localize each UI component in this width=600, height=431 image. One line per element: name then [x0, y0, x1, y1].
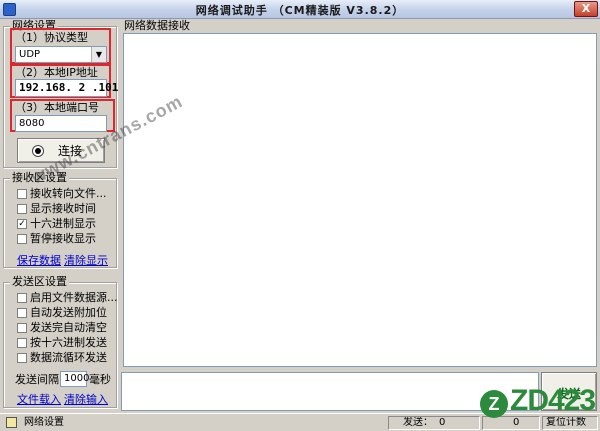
- logo-text: ZD423: [510, 384, 596, 417]
- protocol-value: UDP: [19, 49, 41, 60]
- receive-checkbox-1[interactable]: [17, 204, 27, 214]
- logo-mark: Z: [480, 390, 508, 418]
- send-interval-label: 发送间隔: [15, 373, 59, 386]
- send-settings-title: 发送区设置: [10, 275, 69, 288]
- file-load-link[interactable]: 文件载入: [17, 391, 61, 407]
- receive-checkbox-3[interactable]: [17, 234, 27, 244]
- send-checkbox-1[interactable]: [17, 308, 27, 318]
- status-mode-label: 网络设置: [24, 417, 64, 428]
- receive-area[interactable]: [123, 33, 597, 367]
- receive-area-title: 网络数据接收: [124, 19, 190, 32]
- send-interval-input[interactable]: 1000: [60, 371, 89, 387]
- send-interval-unit: 毫秒: [89, 373, 111, 386]
- clear-display-link[interactable]: 清除显示: [64, 252, 108, 268]
- receive-checkbox-0[interactable]: [17, 189, 27, 199]
- send-count-panel: 发送： 0: [388, 416, 480, 430]
- local-ip-input[interactable]: 192.168. 2 .101: [15, 79, 118, 97]
- receive-settings-title: 接收区设置: [10, 171, 69, 184]
- connect-button[interactable]: 连接: [17, 138, 105, 163]
- title-bar: 网络调试助手 （CM精装版 V3.8.2） X: [0, 0, 600, 19]
- receive-option-label-1: 显示接收时间: [30, 202, 96, 215]
- local-port-input[interactable]: 8080: [15, 115, 107, 132]
- send-checkbox-4[interactable]: [17, 353, 27, 363]
- protocol-select[interactable]: UDP ▼: [15, 46, 107, 63]
- window-title: 网络调试助手 （CM精装版 V3.8.2）: [195, 4, 405, 17]
- send-count-value: 0: [439, 417, 446, 428]
- send-checkbox-0[interactable]: [17, 293, 27, 303]
- send-option-label-4: 数据流循环发送: [30, 351, 107, 364]
- send-input-area[interactable]: [121, 372, 539, 411]
- local-ip-label: （2）本地IP地址: [15, 66, 98, 79]
- receive-checkbox-2[interactable]: ✓: [17, 219, 27, 229]
- close-button[interactable]: X: [574, 1, 598, 17]
- receive-option-label-3: 暂停接收显示: [30, 232, 96, 245]
- send-checkbox-3[interactable]: [17, 338, 27, 348]
- send-option-label-3: 按十六进制发送: [30, 336, 107, 349]
- settings-icon: [6, 417, 17, 428]
- receive-option-label-2: 十六进制显示: [30, 217, 96, 230]
- send-checkbox-2[interactable]: [17, 323, 27, 333]
- local-port-label: （3）本地端口号: [15, 101, 99, 114]
- send-count-label: 发送：: [403, 417, 433, 428]
- radio-dot-icon: [32, 145, 44, 157]
- save-data-link[interactable]: 保存数据: [17, 252, 61, 268]
- send-option-label-2: 发送完自动清空: [30, 321, 107, 334]
- receive-option-label-0: 接收转向文件...: [30, 187, 107, 200]
- zd423-logo: Z ZD423: [480, 386, 598, 426]
- protocol-label: （1）协议类型: [15, 31, 88, 44]
- send-option-label-0: 启用文件数据源...: [30, 291, 118, 304]
- clear-input-link[interactable]: 清除输入: [64, 391, 108, 407]
- chevron-down-icon[interactable]: ▼: [91, 47, 106, 62]
- send-option-label-1: 自动发送附加位: [30, 306, 107, 319]
- connect-button-label: 连接: [58, 144, 83, 158]
